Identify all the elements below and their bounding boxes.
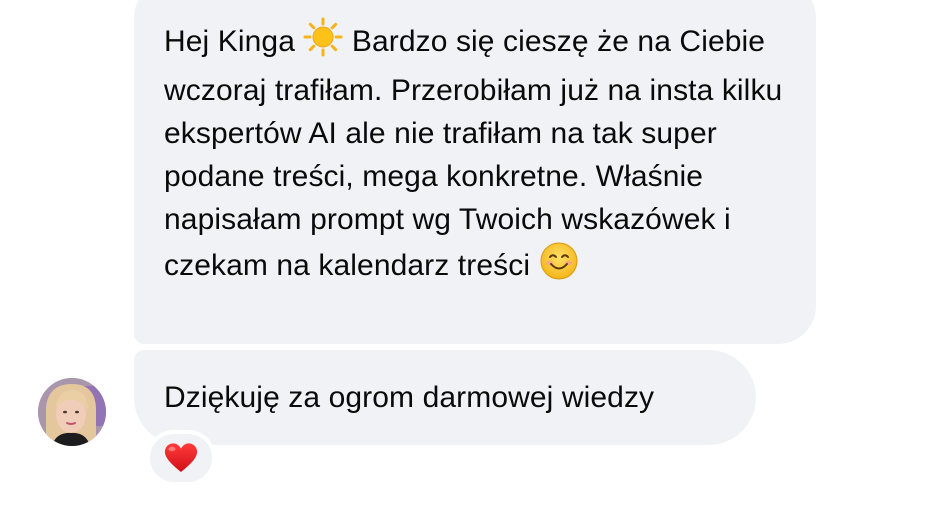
message-bubble[interactable]: Hej Kinga Bardzo się cieszę że na Ciebie… (134, 0, 816, 344)
avatar[interactable] (38, 378, 106, 446)
avatar-photo (38, 378, 106, 446)
message-thread: Hej Kinga Bardzo się cieszę że na Ciebie… (0, 0, 944, 526)
smiling-face-emoji-icon (539, 241, 579, 293)
message-text-part-1: Hej Kinga (164, 25, 304, 58)
message-bubble[interactable]: Dziękuję za ogrom darmowej wiedzy (134, 350, 756, 445)
message-text: Hej Kinga Bardzo się cieszę że na Ciebie… (164, 17, 794, 293)
red-heart-icon (164, 443, 198, 472)
message-text-part-2: Bardzo się cieszę że na Ciebie wczoraj t… (164, 25, 783, 282)
reaction-badge[interactable] (146, 430, 216, 486)
sun-emoji-icon (303, 17, 343, 69)
message-text: Dziękuję za ogrom darmowej wiedzy (164, 381, 655, 414)
